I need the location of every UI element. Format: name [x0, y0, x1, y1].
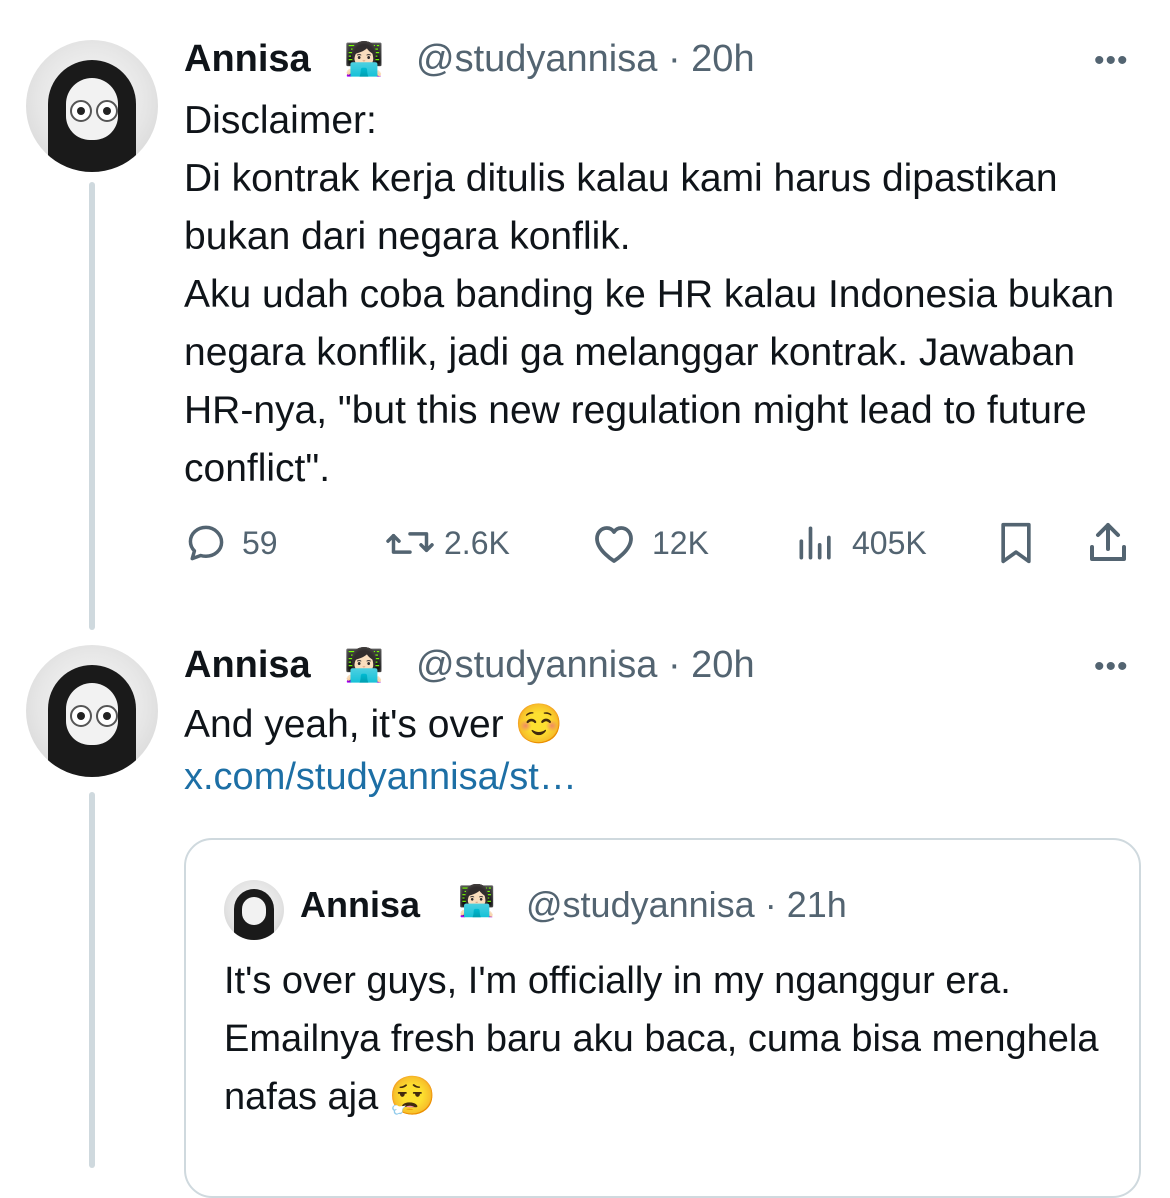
author-name[interactable]: Annisa — [184, 644, 311, 687]
repost-icon — [386, 532, 434, 554]
views-button[interactable]: 405K — [794, 515, 927, 571]
author-handle[interactable]: @studyannisa · 20h — [416, 644, 755, 687]
reply-count: 59 — [242, 524, 278, 561]
tweet-text: Disclaimer: Di kontrak kerja ditulis kal… — [184, 99, 1115, 490]
tweet-text: And yeah, it's over ☺️ — [184, 703, 564, 746]
more-options-icon[interactable]: ••• — [1094, 44, 1129, 78]
author-name[interactable]: Annisa — [184, 38, 311, 81]
verified-badge-emoji: 👩🏻‍💻 — [458, 885, 496, 918]
bookmark-icon — [1001, 522, 1031, 564]
handle-text[interactable]: @studyannisa — [526, 884, 755, 925]
quoted-tweet[interactable]: Annisa 👩🏻‍💻 @studyannisa · 21h It's over… — [184, 838, 1141, 1198]
thread-line — [89, 792, 95, 1168]
action-bar: 59 2.6K 12K 405K — [184, 515, 1144, 571]
thread-line — [89, 182, 95, 630]
author-handle[interactable]: @studyannisa · 20h — [416, 38, 755, 81]
tweet-link[interactable]: x.com/studyannisa/st… — [184, 756, 577, 799]
timestamp[interactable]: 20h — [691, 644, 754, 686]
separator: · — [754, 884, 787, 925]
like-button[interactable]: 12K — [590, 515, 709, 571]
repost-count: 2.6K — [444, 524, 510, 561]
share-button[interactable] — [1084, 515, 1132, 571]
quoted-tweet-text: It's over guys, I'm officially in my nga… — [224, 960, 1099, 1118]
analytics-icon — [799, 526, 831, 560]
repost-button[interactable]: 2.6K — [384, 515, 510, 571]
verified-badge-emoji: 👩🏻‍💻 — [344, 41, 384, 77]
heart-icon — [595, 526, 633, 563]
timestamp[interactable]: 21h — [787, 884, 847, 925]
share-icon — [1090, 523, 1126, 561]
timestamp[interactable]: 20h — [691, 38, 754, 80]
like-count: 12K — [652, 524, 709, 561]
author-handle[interactable]: @studyannisa · 21h — [526, 884, 847, 926]
author-name[interactable]: Annisa — [300, 884, 420, 926]
bookmark-button[interactable] — [994, 515, 1038, 571]
separator: · — [657, 38, 692, 80]
avatar[interactable] — [224, 880, 284, 940]
handle-text[interactable]: @studyannisa — [416, 38, 657, 80]
views-count: 405K — [852, 524, 927, 561]
handle-text[interactable]: @studyannisa — [416, 644, 657, 686]
avatar[interactable] — [26, 40, 158, 172]
more-options-icon[interactable]: ••• — [1094, 650, 1129, 684]
reply-button[interactable]: 59 — [184, 515, 278, 571]
separator: · — [657, 644, 692, 686]
reply-icon — [188, 525, 224, 561]
avatar[interactable] — [26, 645, 158, 777]
verified-badge-emoji: 👩🏻‍💻 — [344, 647, 384, 683]
